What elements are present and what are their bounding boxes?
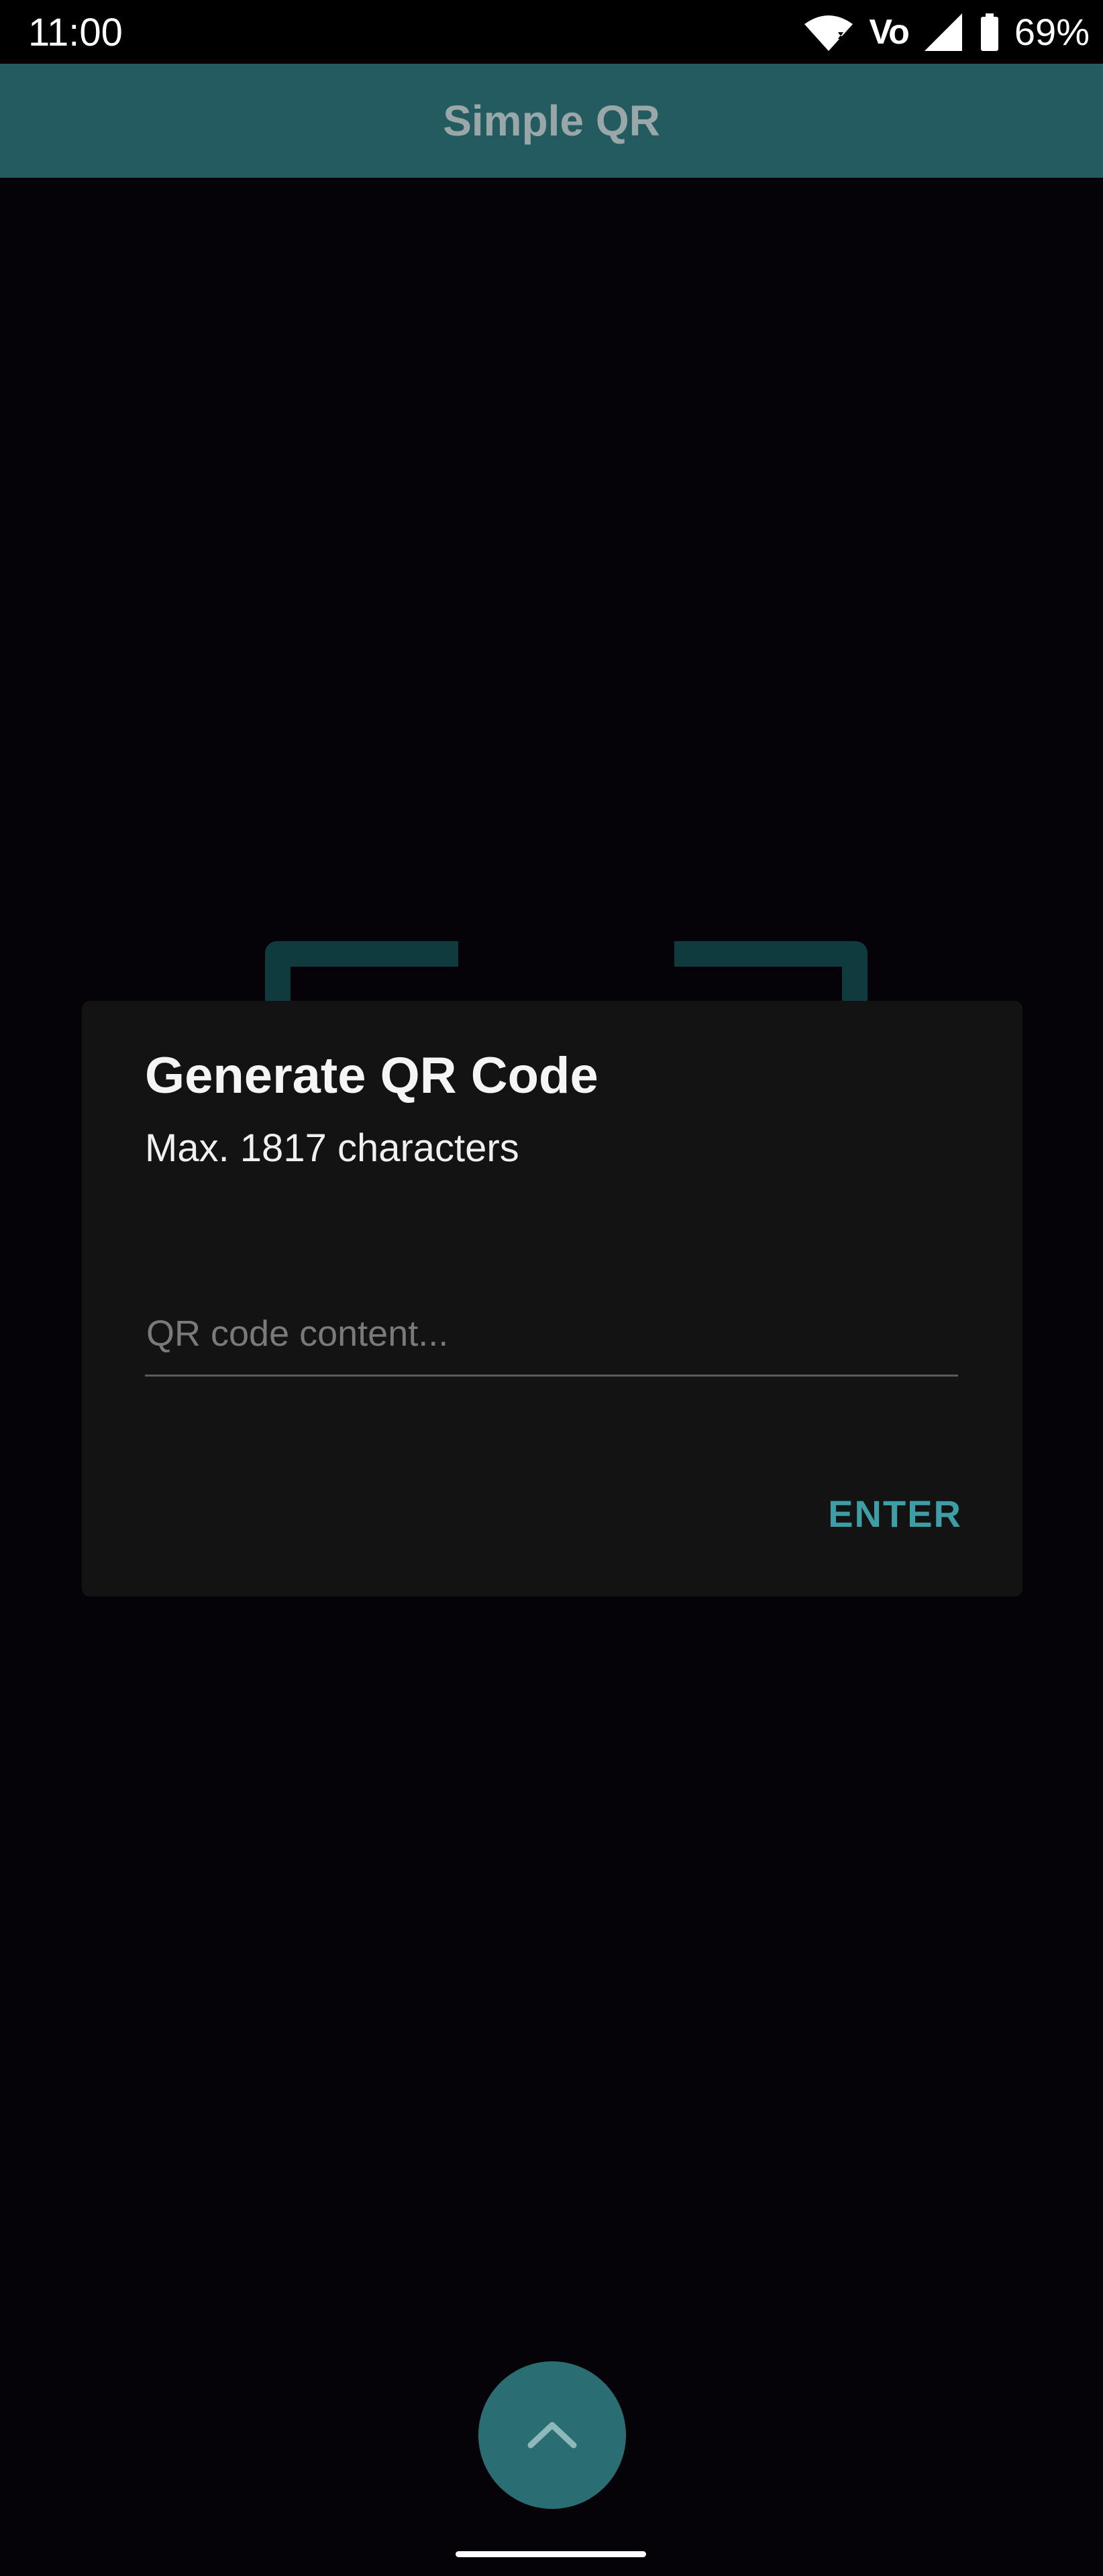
dialog-subtitle: Max. 1817 characters — [145, 1126, 519, 1170]
status-bar: 11:00 Vo 69% — [0, 0, 1103, 64]
expand-fab-button[interactable] — [478, 2361, 626, 2509]
gesture-navigation-bar[interactable] — [456, 2551, 646, 2557]
status-time: 11:00 — [28, 11, 123, 54]
wifi-icon — [803, 12, 854, 52]
qr-content-input[interactable] — [145, 1296, 958, 1377]
chevron-up-icon — [525, 2417, 579, 2454]
volte-icon: Vo — [869, 11, 910, 54]
dialog-title: Generate QR Code — [145, 1047, 598, 1104]
network-label: Vo — [869, 13, 910, 52]
status-icons: Vo 69% — [803, 11, 1090, 54]
generate-qr-dialog: Generate QR Code Max. 1817 characters EN… — [82, 1001, 1022, 1597]
signal-icon — [923, 12, 965, 52]
app-title: Simple QR — [443, 97, 660, 145]
app-bar: Simple QR — [0, 64, 1103, 178]
screen: 11:00 Vo 69% Simple QR Generate QR Code … — [0, 0, 1103, 2576]
battery-icon — [980, 12, 1000, 52]
enter-button[interactable]: ENTER — [828, 1492, 962, 1536]
battery-percent: 69% — [1014, 11, 1090, 53]
